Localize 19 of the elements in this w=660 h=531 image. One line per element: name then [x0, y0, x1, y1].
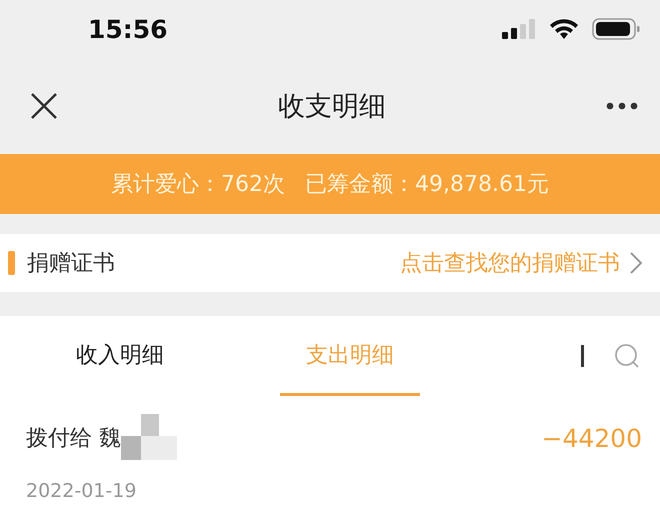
- signal-icon: [502, 19, 536, 39]
- accent-bar: [8, 251, 15, 275]
- divider-icon: [581, 345, 584, 367]
- page-title: 收支明细: [278, 90, 386, 124]
- amount-text: −44200: [542, 424, 642, 452]
- tab[interactable]: 支出明细: [280, 316, 420, 396]
- date-text: 2022-01-19: [26, 480, 138, 502]
- more-icon[interactable]: [606, 102, 638, 110]
- status-time: 15:56: [88, 14, 168, 44]
- battery-icon: [592, 18, 640, 40]
- certificate-label: 捐赠证书: [27, 250, 115, 278]
- chevron-right-icon: [630, 252, 642, 274]
- wifi-icon: [550, 19, 578, 39]
- tab[interactable]: 收入明细: [50, 316, 190, 396]
- raised-amount-text: 已筹金额：49,878.61元: [305, 171, 549, 199]
- close-icon[interactable]: [30, 92, 58, 120]
- certificate-link[interactable]: 点击查找您的捐赠证书: [400, 248, 642, 278]
- love-count-text: 累计爱心：762次: [111, 171, 286, 199]
- payee-text: 拨付给 魏: [26, 425, 121, 453]
